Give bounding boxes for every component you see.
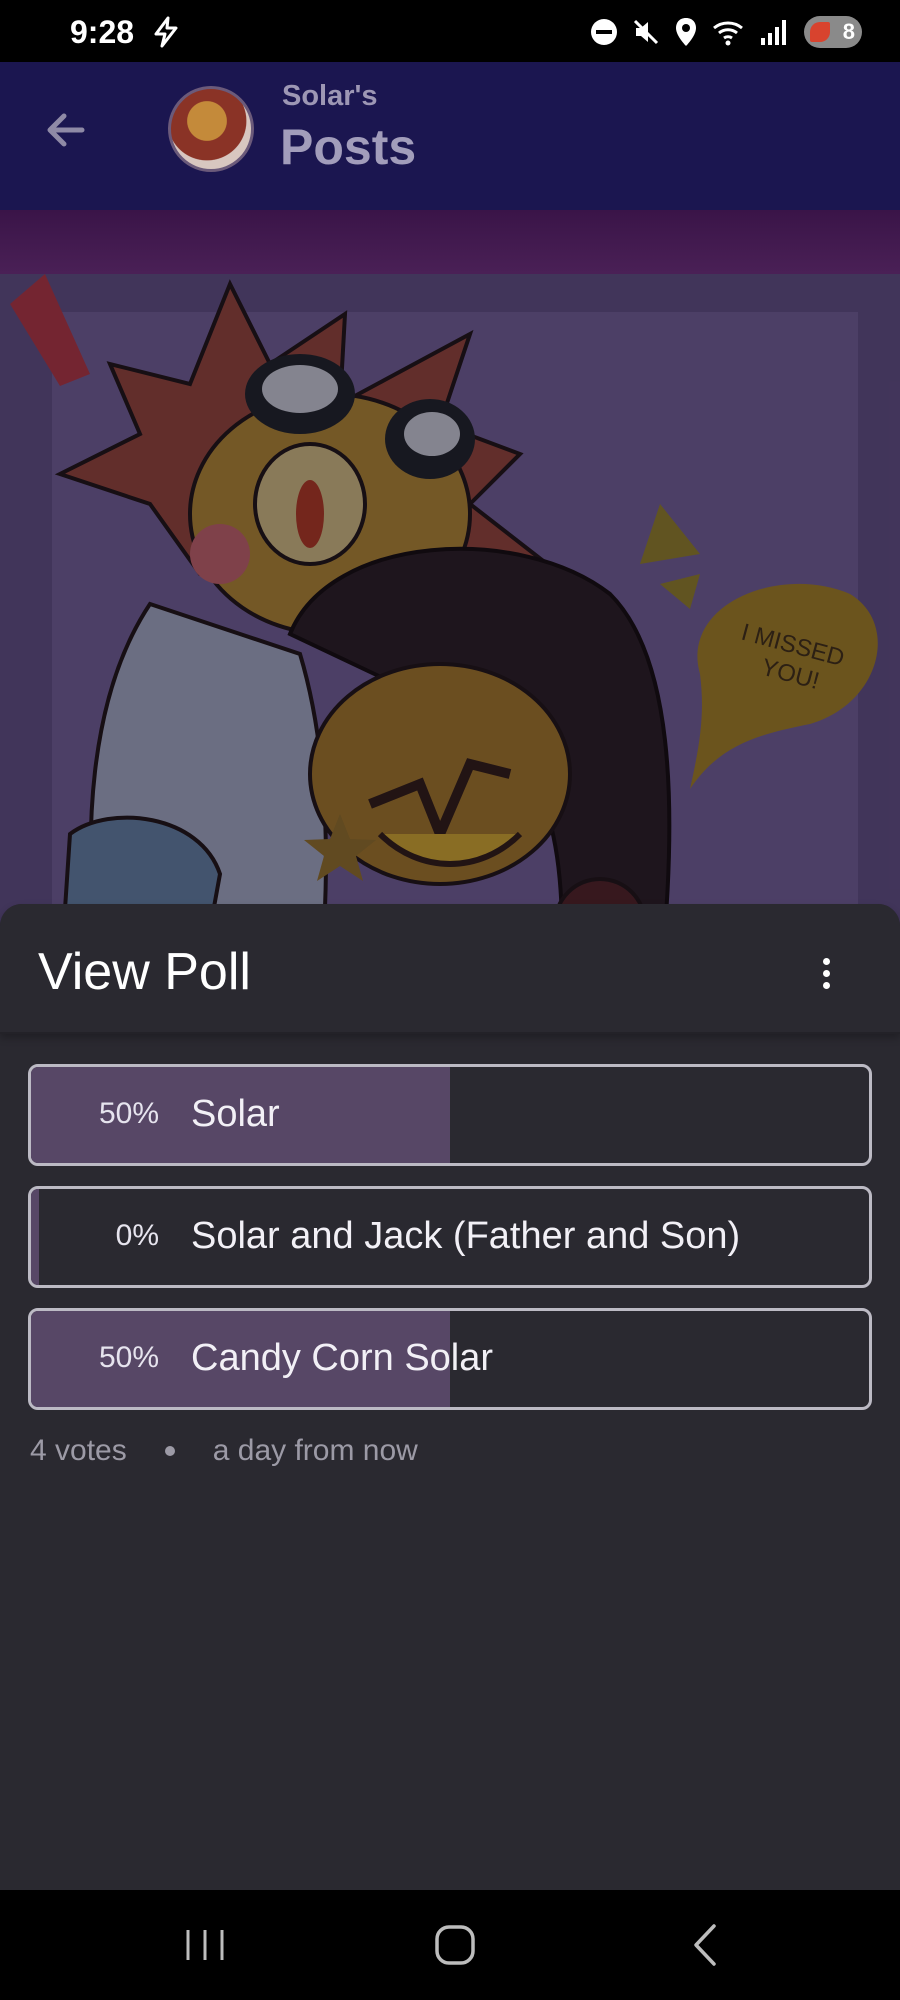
poll-option-percent: 50%: [98, 1097, 159, 1130]
poll-option-label: Solar and Jack (Father and Son): [191, 1215, 741, 1257]
post-page-backdrop: Solar's Posts I MISSED YOU!: [0, 62, 900, 984]
page-header: Solar's Posts: [0, 62, 900, 210]
poll-option-2[interactable]: 0% Solar and Jack (Father and Son): [28, 1186, 872, 1288]
poll-option-3[interactable]: 50% Candy Corn Solar: [28, 1308, 872, 1410]
battery-level: 8: [842, 19, 855, 44]
post-artwork-image[interactable]: I MISSED YOU!: [0, 274, 900, 984]
poll-option-percent: 50%: [98, 1341, 159, 1374]
dim-overlay: [0, 274, 900, 984]
poll-bottom-sheet: View Poll 50% Solar 0% Solar and Jack (F…: [0, 904, 900, 1890]
signal-icon: [761, 20, 786, 45]
chevron-left-icon[interactable]: [682, 1920, 732, 1970]
vote-count: 4 votes: [30, 1434, 127, 1467]
sheet-header: View Poll: [0, 904, 900, 1034]
home-icon[interactable]: [430, 1920, 480, 1970]
poll-option-percent: 0%: [115, 1219, 159, 1252]
battery-indicator: 8: [804, 16, 862, 48]
screen: 9:28 8 Solar's Posts I MISSED YOU! View …: [0, 0, 900, 2000]
header-title: Posts: [280, 119, 417, 175]
location-icon: [676, 18, 696, 46]
poll-option-1[interactable]: 50% Solar: [28, 1064, 872, 1166]
poll-meta: 4 votes a day from now: [30, 1434, 418, 1468]
power-saving-icon: [810, 22, 830, 42]
more-vertical-icon[interactable]: [818, 958, 834, 990]
avatar[interactable]: [168, 86, 254, 172]
charging-bolt-icon: [154, 16, 178, 48]
do-not-disturb-icon: [591, 19, 617, 45]
wifi-icon: [713, 21, 743, 46]
poll-time-remaining: a day from now: [212, 1434, 418, 1467]
poll-option-label: Candy Corn Solar: [191, 1337, 494, 1379]
poll-option-label: Solar: [191, 1093, 280, 1135]
status-icons: 8: [590, 16, 862, 48]
separator-dot: [164, 1446, 175, 1456]
sheet-title: View Poll: [38, 943, 251, 1001]
header-divider-strip: [0, 210, 900, 274]
status-time: 9:28: [70, 14, 135, 50]
header-subtitle: Solar's: [282, 80, 378, 112]
arrow-left-icon[interactable]: [42, 106, 90, 154]
mute-icon: [633, 19, 659, 45]
poll-option-fill: [31, 1189, 39, 1285]
recents-icon[interactable]: [180, 1920, 230, 1970]
navigation-bar: [0, 1890, 900, 2000]
status-bar: 9:28 8: [0, 0, 900, 62]
